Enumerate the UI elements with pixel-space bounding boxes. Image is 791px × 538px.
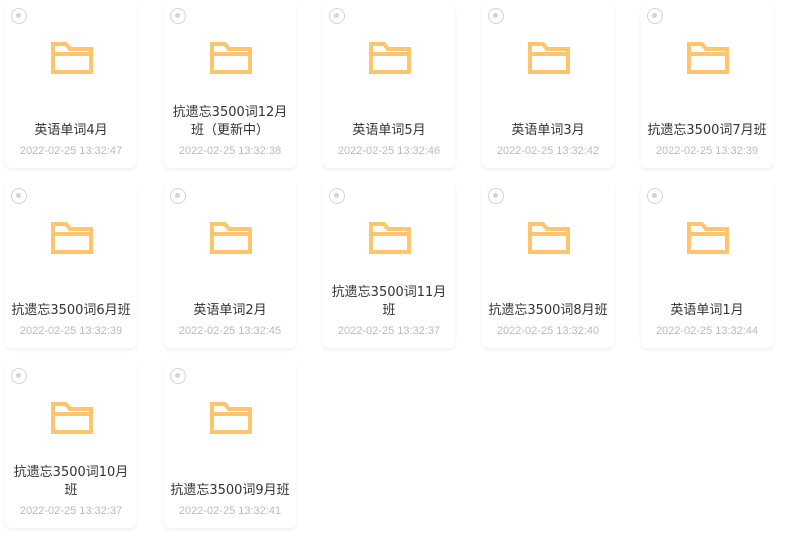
select-checkbox[interactable] [11, 368, 27, 384]
select-checkbox[interactable] [488, 188, 504, 204]
select-checkbox[interactable] [647, 188, 663, 204]
select-checkbox[interactable] [170, 188, 186, 204]
folder-name: 英语单词5月 [352, 123, 426, 138]
folder-name: 抗遗忘3500词10月班 [13, 465, 129, 498]
folder-card[interactable]: 抗遗忘3500词8月班 2022-02-25 13:32:40 [482, 180, 614, 348]
folder-date: 2022-02-25 13:32:47 [19, 145, 123, 157]
folder-name: 抗遗忘3500词6月班 [11, 303, 131, 318]
folder-card[interactable]: 抗遗忘3500词9月班 2022-02-25 13:32:41 [164, 360, 296, 528]
folder-icon [369, 222, 411, 254]
select-checkbox[interactable] [647, 8, 663, 24]
folder-date: 2022-02-25 13:32:37 [19, 505, 123, 517]
folder-name: 英语单词3月 [511, 123, 585, 138]
folder-name: 英语单词2月 [193, 303, 267, 318]
folder-card[interactable]: 英语单词5月 2022-02-25 13:32:46 [323, 0, 455, 168]
folder-name: 抗遗忘3500词12月班（更新中） [172, 105, 288, 138]
select-checkbox[interactable] [488, 8, 504, 24]
folder-date: 2022-02-25 13:32:39 [19, 325, 123, 337]
folder-date: 2022-02-25 13:32:37 [337, 325, 441, 337]
select-checkbox[interactable] [329, 188, 345, 204]
folder-name: 抗遗忘3500词11月班 [331, 285, 447, 318]
select-checkbox[interactable] [11, 8, 27, 24]
folder-name: 抗遗忘3500词9月班 [170, 483, 290, 498]
folder-icon [528, 42, 570, 74]
folder-icon [687, 222, 729, 254]
folder-name: 英语单词1月 [670, 303, 744, 318]
select-checkbox[interactable] [329, 8, 345, 24]
folder-name: 抗遗忘3500词7月班 [647, 123, 767, 138]
folder-card[interactable]: 英语单词4月 2022-02-25 13:32:47 [5, 0, 137, 168]
folder-icon [51, 222, 93, 254]
select-checkbox[interactable] [11, 188, 27, 204]
folder-icon [210, 42, 252, 74]
folder-card[interactable]: 英语单词2月 2022-02-25 13:32:45 [164, 180, 296, 348]
folder-date: 2022-02-25 13:32:44 [655, 325, 759, 337]
folder-icon [210, 222, 252, 254]
folder-card[interactable]: 抗遗忘3500词10月班 2022-02-25 13:32:37 [5, 360, 137, 528]
folder-date: 2022-02-25 13:32:39 [655, 145, 759, 157]
folder-icon [51, 42, 93, 74]
select-checkbox[interactable] [170, 368, 186, 384]
folder-icon [687, 42, 729, 74]
folder-card[interactable]: 抗遗忘3500词12月班（更新中） 2022-02-25 13:32:38 [164, 0, 296, 168]
folder-icon [528, 222, 570, 254]
file-grid: 英语单词4月 2022-02-25 13:32:47 抗遗忘3500词12月班（… [0, 0, 791, 538]
folder-date: 2022-02-25 13:32:45 [178, 325, 282, 337]
folder-card[interactable]: 抗遗忘3500词11月班 2022-02-25 13:32:37 [323, 180, 455, 348]
folder-card[interactable]: 抗遗忘3500词6月班 2022-02-25 13:32:39 [5, 180, 137, 348]
folder-date: 2022-02-25 13:32:38 [178, 145, 282, 157]
select-checkbox[interactable] [170, 8, 186, 24]
folder-name: 英语单词4月 [34, 123, 108, 138]
folder-icon [369, 42, 411, 74]
folder-date: 2022-02-25 13:32:41 [178, 505, 282, 517]
folder-date: 2022-02-25 13:32:40 [496, 325, 600, 337]
folder-name: 抗遗忘3500词8月班 [488, 303, 608, 318]
folder-card[interactable]: 抗遗忘3500词7月班 2022-02-25 13:32:39 [641, 0, 773, 168]
folder-icon [51, 402, 93, 434]
folder-card[interactable]: 英语单词3月 2022-02-25 13:32:42 [482, 0, 614, 168]
folder-card[interactable]: 英语单词1月 2022-02-25 13:32:44 [641, 180, 773, 348]
folder-date: 2022-02-25 13:32:42 [496, 145, 600, 157]
folder-icon [210, 402, 252, 434]
folder-date: 2022-02-25 13:32:46 [337, 145, 441, 157]
